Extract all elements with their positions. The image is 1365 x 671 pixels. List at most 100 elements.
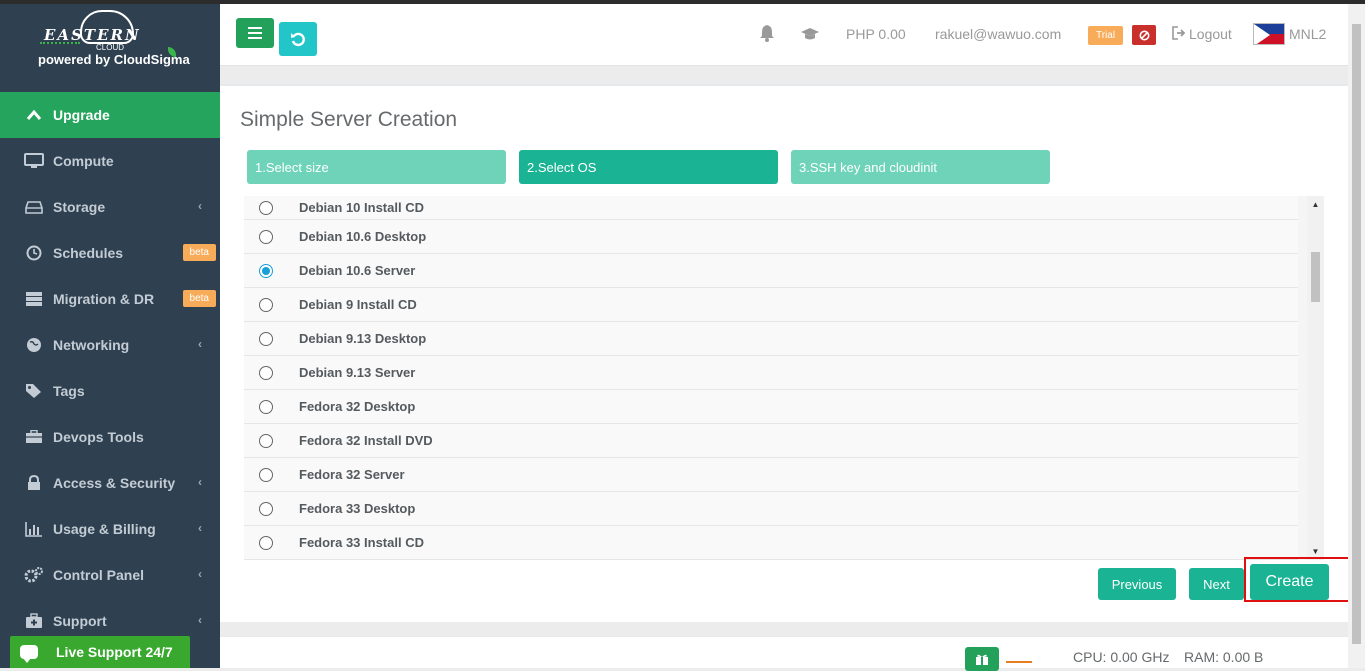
chevron-left-icon: ‹ bbox=[198, 521, 202, 535]
sidebar-item-tags[interactable]: Tags bbox=[0, 368, 220, 414]
list-item[interactable]: Debian 10.6 Server bbox=[244, 254, 1298, 288]
philippines-flag-icon[interactable] bbox=[1253, 23, 1285, 45]
gift-icon[interactable] bbox=[965, 647, 999, 671]
undo-icon bbox=[291, 32, 305, 47]
sidebar: EASTERN CLOUD powered by CloudSigma Upgr… bbox=[0, 4, 220, 668]
hdd-icon bbox=[24, 200, 44, 214]
sidebar-item-schedules[interactable]: Schedules beta bbox=[0, 230, 220, 276]
top-header: PHP 0.00 rakuel@wawuo.com Trial Logout M… bbox=[220, 4, 1365, 66]
tags-icon bbox=[24, 383, 44, 399]
os-label: Debian 10 Install CD bbox=[299, 200, 424, 215]
sidebar-item-label: Compute bbox=[53, 153, 114, 169]
menu-toggle-button[interactable] bbox=[236, 18, 274, 48]
sidebar-item-storage[interactable]: Storage ‹ bbox=[0, 184, 220, 230]
os-radio[interactable] bbox=[259, 501, 273, 516]
page-scrollbar[interactable] bbox=[1348, 4, 1365, 668]
os-radio[interactable] bbox=[259, 535, 273, 550]
list-item[interactable]: Fedora 32 Desktop bbox=[244, 390, 1298, 424]
os-radio[interactable] bbox=[259, 229, 273, 244]
os-label: Debian 9.13 Desktop bbox=[299, 331, 427, 346]
list-item[interactable]: Fedora 33 Desktop bbox=[244, 492, 1298, 526]
medkit-icon bbox=[24, 613, 44, 629]
list-item[interactable]: Debian 10 Install CD bbox=[244, 196, 1298, 220]
sidebar-item-compute[interactable]: Compute bbox=[0, 138, 220, 184]
sidebar-item-networking[interactable]: Networking ‹ bbox=[0, 322, 220, 368]
server-creation-panel: Simple Server Creation 1.Select size 2.S… bbox=[220, 84, 1348, 622]
sidebar-item-upgrade[interactable]: Upgrade bbox=[0, 92, 220, 138]
chevron-left-icon: ‹ bbox=[198, 337, 202, 351]
logo-text: EASTERN bbox=[44, 26, 141, 44]
logout-link[interactable]: Logout bbox=[1189, 26, 1232, 42]
toolbox-icon bbox=[24, 430, 44, 444]
logo-subtext: CLOUD bbox=[96, 43, 125, 52]
sidebar-item-label: Upgrade bbox=[53, 107, 110, 123]
step-select-size[interactable]: 1.Select size bbox=[247, 150, 506, 184]
sidebar-item-label: Support bbox=[53, 613, 107, 629]
list-item[interactable]: Debian 10.6 Desktop bbox=[244, 220, 1298, 254]
sidebar-item-usage-billing[interactable]: Usage & Billing ‹ bbox=[0, 506, 220, 552]
chevron-left-icon: ‹ bbox=[198, 567, 202, 581]
list-item[interactable]: Debian 9.13 Server bbox=[244, 356, 1298, 390]
server-icon bbox=[24, 291, 44, 307]
lock-icon bbox=[24, 475, 44, 491]
refresh-button[interactable] bbox=[279, 22, 317, 56]
hamburger-icon bbox=[248, 27, 262, 39]
os-label: Fedora 32 Server bbox=[299, 467, 405, 482]
os-radio[interactable] bbox=[259, 433, 273, 448]
os-label: Debian 10.6 Desktop bbox=[299, 229, 427, 244]
cogs-icon bbox=[24, 567, 44, 583]
user-email[interactable]: rakuel@wawuo.com bbox=[935, 26, 1061, 42]
scrollbar-thumb[interactable] bbox=[1311, 252, 1320, 302]
step-select-os[interactable]: 2.Select OS bbox=[519, 150, 778, 184]
os-radio[interactable] bbox=[259, 200, 273, 215]
next-button[interactable]: Next bbox=[1189, 568, 1244, 600]
os-radio[interactable] bbox=[259, 263, 273, 278]
os-radio[interactable] bbox=[259, 467, 273, 482]
beta-badge: beta bbox=[182, 244, 216, 261]
os-list-scrollbar[interactable]: ▲ ▼ bbox=[1307, 196, 1324, 560]
os-radio[interactable] bbox=[259, 297, 273, 312]
sidebar-item-access-security[interactable]: Access & Security ‹ bbox=[0, 460, 220, 506]
sidebar-item-label: Usage & Billing bbox=[53, 521, 156, 537]
live-support-button[interactable]: Live Support 24/7 bbox=[10, 636, 190, 668]
list-item[interactable]: Fedora 33 Install CD bbox=[244, 526, 1298, 560]
chevron-left-icon: ‹ bbox=[198, 475, 202, 489]
sidebar-item-label: Schedules bbox=[53, 245, 124, 261]
balance-display: PHP 0.00 bbox=[846, 26, 906, 42]
sidebar-item-devops-tools[interactable]: Devops Tools bbox=[0, 414, 220, 460]
sidebar-item-control-panel[interactable]: Control Panel ‹ bbox=[0, 552, 220, 598]
clock-icon bbox=[24, 245, 44, 261]
brand-logo[interactable]: EASTERN CLOUD powered by CloudSigma bbox=[0, 4, 220, 92]
footer-bar: CPU: 0.00 GHz RAM: 0.00 B bbox=[220, 636, 1348, 671]
os-radio[interactable] bbox=[259, 365, 273, 380]
create-highlight-annotation bbox=[1244, 557, 1362, 602]
previous-button[interactable]: Previous bbox=[1098, 568, 1176, 600]
region-selector[interactable]: MNL2 bbox=[1289, 26, 1326, 42]
page-scrollbar-thumb[interactable] bbox=[1352, 24, 1361, 644]
sidebar-item-label: Control Panel bbox=[53, 567, 145, 583]
sign-out-icon[interactable] bbox=[1172, 25, 1186, 45]
decorative-line bbox=[1006, 661, 1032, 663]
os-label: Fedora 32 Desktop bbox=[299, 399, 416, 414]
sidebar-item-migration[interactable]: Migration & DR beta bbox=[0, 276, 220, 322]
list-item[interactable]: Fedora 32 Install DVD bbox=[244, 424, 1298, 458]
list-item[interactable]: Debian 9.13 Desktop bbox=[244, 322, 1298, 356]
list-item[interactable]: Debian 9 Install CD bbox=[244, 288, 1298, 322]
os-list[interactable]: Debian 10 Install CD Debian 10.6 Desktop… bbox=[244, 196, 1324, 560]
ban-icon[interactable] bbox=[1132, 25, 1156, 45]
monitor-icon bbox=[24, 153, 44, 169]
graduation-cap-icon[interactable] bbox=[800, 26, 820, 46]
os-label: Fedora 32 Install DVD bbox=[299, 433, 433, 448]
chat-bubble-icon bbox=[20, 645, 38, 663]
trial-badge[interactable]: Trial bbox=[1088, 26, 1124, 45]
step-ssh-key-cloudinit[interactable]: 3.SSH key and cloudinit bbox=[791, 150, 1050, 184]
os-radio[interactable] bbox=[259, 399, 273, 414]
list-item[interactable]: Fedora 32 Server bbox=[244, 458, 1298, 492]
sidebar-item-label: Devops Tools bbox=[53, 429, 144, 445]
scroll-up-arrow-icon[interactable]: ▲ bbox=[1307, 196, 1324, 213]
live-support-label: Live Support 24/7 bbox=[56, 644, 173, 660]
beta-badge: beta bbox=[182, 290, 216, 307]
os-radio[interactable] bbox=[259, 331, 273, 346]
chevron-left-icon: ‹ bbox=[198, 613, 202, 627]
bell-icon[interactable] bbox=[758, 24, 776, 47]
